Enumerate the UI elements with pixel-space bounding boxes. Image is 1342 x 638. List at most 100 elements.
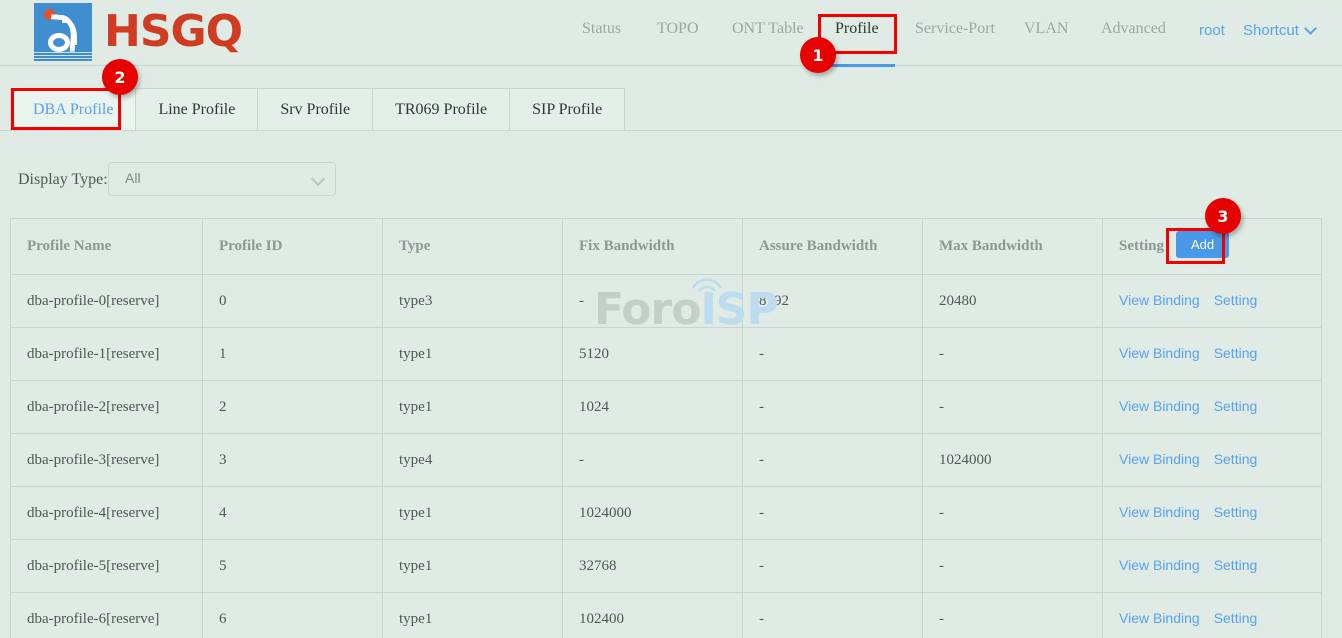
setting-link[interactable]: Setting — [1214, 610, 1258, 626]
dba-profile-table: Profile Name Profile ID Type Fix Bandwid… — [10, 218, 1322, 638]
subtab-tr069-profile[interactable]: TR069 Profile — [373, 89, 510, 130]
display-type-select[interactable]: All — [108, 162, 336, 196]
cell-type: type1 — [383, 593, 563, 638]
cell-assure-bandwidth: - — [743, 381, 923, 434]
nav-item-ont-table[interactable]: ONT Table — [732, 20, 804, 46]
table-row: dba-profile-1[reserve]1type15120--View B… — [11, 328, 1322, 381]
profile-subtabs: DBA Profile Line Profile Srv Profile TR0… — [10, 88, 625, 130]
cell-setting-actions: View Binding Setting — [1103, 328, 1322, 381]
cell-fix-bandwidth: 102400 — [563, 593, 743, 638]
cell-fix-bandwidth: - — [563, 434, 743, 487]
top-header: HSGQ Status TOPO ONT Table Profile Servi… — [0, 0, 1342, 66]
add-button[interactable]: Add — [1176, 231, 1229, 258]
cell-profile-name: dba-profile-5[reserve] — [11, 540, 203, 593]
cell-assure-bandwidth: - — [743, 593, 923, 638]
view-binding-link[interactable]: View Binding — [1119, 451, 1200, 467]
nav-item-profile[interactable]: Profile — [835, 20, 879, 46]
cell-profile-id: 4 — [203, 487, 383, 540]
cell-setting-actions: View Binding Setting — [1103, 434, 1322, 487]
cell-assure-bandwidth: - — [743, 487, 923, 540]
setting-link[interactable]: Setting — [1214, 292, 1258, 308]
setting-link[interactable]: Setting — [1214, 557, 1258, 573]
table-row: dba-profile-5[reserve]5type132768--View … — [11, 540, 1322, 593]
table-row: dba-profile-0[reserve]0type3-819220480Vi… — [11, 275, 1322, 328]
view-binding-link[interactable]: View Binding — [1119, 292, 1200, 308]
setting-link[interactable]: Setting — [1214, 398, 1258, 414]
nav-item-topo[interactable]: TOPO — [657, 20, 699, 46]
cell-max-bandwidth: 1024000 — [923, 434, 1103, 487]
cell-profile-id: 3 — [203, 434, 383, 487]
subtab-srv-profile[interactable]: Srv Profile — [258, 89, 373, 130]
cell-max-bandwidth: - — [923, 540, 1103, 593]
cell-max-bandwidth: - — [923, 328, 1103, 381]
subtab-dba-profile[interactable]: DBA Profile — [11, 89, 136, 130]
cell-type: type1 — [383, 381, 563, 434]
cell-max-bandwidth: - — [923, 487, 1103, 540]
col-header-assure-bandwidth: Assure Bandwidth — [743, 219, 923, 275]
col-header-setting: Setting Add — [1103, 219, 1322, 275]
table-row: dba-profile-6[reserve]6type1102400--View… — [11, 593, 1322, 638]
setting-link[interactable]: Setting — [1214, 451, 1258, 467]
user-link[interactable]: root — [1199, 22, 1225, 44]
cell-profile-id: 6 — [203, 593, 383, 638]
cell-type: type1 — [383, 487, 563, 540]
view-binding-link[interactable]: View Binding — [1119, 610, 1200, 626]
cell-type: type1 — [383, 328, 563, 381]
view-binding-link[interactable]: View Binding — [1119, 345, 1200, 361]
table-header-row: Profile Name Profile ID Type Fix Bandwid… — [11, 219, 1322, 275]
col-header-profile-name: Profile Name — [11, 219, 203, 275]
nav-item-service-port[interactable]: Service-Port — [915, 20, 995, 46]
chevron-down-icon — [311, 172, 325, 186]
cell-fix-bandwidth: 5120 — [563, 328, 743, 381]
nav-item-advanced[interactable]: Advanced — [1101, 20, 1166, 46]
nav-item-status[interactable]: Status — [582, 20, 621, 46]
cell-setting-actions: View Binding Setting — [1103, 540, 1322, 593]
subtab-line-profile[interactable]: Line Profile — [136, 89, 258, 130]
view-binding-link[interactable]: View Binding — [1119, 398, 1200, 414]
subtab-sip-profile[interactable]: SIP Profile — [510, 89, 624, 130]
cell-type: type4 — [383, 434, 563, 487]
shortcut-menu[interactable]: Shortcut — [1243, 22, 1315, 44]
view-binding-link[interactable]: View Binding — [1119, 504, 1200, 520]
table-head: Profile Name Profile ID Type Fix Bandwid… — [11, 219, 1322, 275]
setting-label: Setting — [1119, 238, 1164, 255]
col-header-max-bandwidth: Max Bandwidth — [923, 219, 1103, 275]
cell-fix-bandwidth: 32768 — [563, 540, 743, 593]
col-header-type: Type — [383, 219, 563, 275]
cell-assure-bandwidth: - — [743, 328, 923, 381]
cell-setting-actions: View Binding Setting — [1103, 381, 1322, 434]
table-row: dba-profile-2[reserve]2type11024--View B… — [11, 381, 1322, 434]
cell-assure-bandwidth: - — [743, 540, 923, 593]
setting-link[interactable]: Setting — [1214, 345, 1258, 361]
cell-assure-bandwidth: - — [743, 434, 923, 487]
cell-profile-name: dba-profile-1[reserve] — [11, 328, 203, 381]
cell-profile-name: dba-profile-6[reserve] — [11, 593, 203, 638]
brand-name: HSGQ — [104, 10, 242, 54]
cell-profile-id: 0 — [203, 275, 383, 328]
display-type-label: Display Type: — [18, 171, 108, 189]
page-root: HSGQ Status TOPO ONT Table Profile Servi… — [0, 0, 1342, 638]
cell-fix-bandwidth: 1024 — [563, 381, 743, 434]
cell-setting-actions: View Binding Setting — [1103, 487, 1322, 540]
hsgq-wave-logo-icon — [34, 3, 92, 61]
brand-logo[interactable]: HSGQ — [34, 3, 242, 61]
setting-link[interactable]: Setting — [1214, 504, 1258, 520]
filter-row: Display Type: All — [0, 160, 1342, 204]
cell-type: type3 — [383, 275, 563, 328]
cell-assure-bandwidth: 8192 — [743, 275, 923, 328]
display-type-value: All — [125, 170, 141, 186]
chevron-down-icon — [1304, 22, 1317, 35]
col-header-fix-bandwidth: Fix Bandwidth — [563, 219, 743, 275]
table-row: dba-profile-3[reserve]3type4--1024000Vie… — [11, 434, 1322, 487]
nav-item-vlan[interactable]: VLAN — [1024, 20, 1068, 46]
cell-profile-id: 5 — [203, 540, 383, 593]
shortcut-label: Shortcut — [1243, 22, 1299, 39]
cell-fix-bandwidth: 1024000 — [563, 487, 743, 540]
cell-profile-id: 1 — [203, 328, 383, 381]
dba-profile-table-wrapper: Profile Name Profile ID Type Fix Bandwid… — [10, 218, 1321, 638]
cell-profile-name: dba-profile-3[reserve] — [11, 434, 203, 487]
cell-max-bandwidth: - — [923, 381, 1103, 434]
view-binding-link[interactable]: View Binding — [1119, 557, 1200, 573]
cell-type: type1 — [383, 540, 563, 593]
cell-profile-name: dba-profile-0[reserve] — [11, 275, 203, 328]
